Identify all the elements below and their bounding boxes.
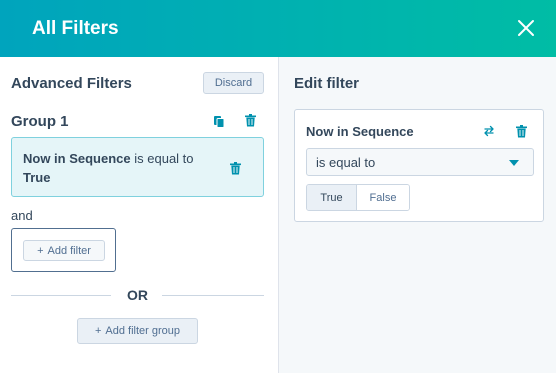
operator-selected-value: is equal to	[316, 155, 376, 170]
close-icon[interactable]	[514, 16, 538, 40]
filter-card[interactable]: Now in Sequence is equal to True	[11, 137, 264, 197]
add-filter-container: + Add filter	[11, 228, 116, 272]
option-true[interactable]: True	[307, 185, 356, 210]
edit-filter-panel: Edit filter Now in Sequence is equal to …	[278, 57, 556, 373]
modal-header: All Filters	[0, 0, 556, 57]
discard-button[interactable]: Discard	[203, 72, 264, 94]
or-divider: OR	[11, 287, 264, 305]
option-false[interactable]: False	[356, 185, 409, 210]
delete-icon[interactable]	[242, 112, 258, 128]
value-toggle: True False	[306, 184, 410, 211]
copy-icon[interactable]	[211, 113, 227, 129]
operator-select[interactable]: is equal to	[306, 148, 534, 176]
advanced-filters-title: Advanced Filters	[11, 75, 132, 92]
plus-icon: +	[94, 325, 102, 337]
and-label: and	[11, 208, 33, 223]
add-filter-label: Add filter	[47, 244, 91, 257]
divider-line-right	[162, 295, 264, 296]
filter-summary: Now in Sequence is equal to True	[23, 149, 223, 187]
edit-filter-card: Now in Sequence is equal to True False	[294, 109, 544, 222]
filter-property: Now in Sequence	[23, 151, 131, 166]
add-filter-group-label: Add filter group	[105, 325, 181, 337]
plus-icon: +	[37, 244, 44, 257]
modal-title: All Filters	[32, 18, 119, 39]
chevron-down-icon	[509, 160, 519, 166]
filter-operator: is equal to	[134, 151, 194, 166]
add-filter-group-button[interactable]: + Add filter group	[77, 318, 198, 344]
advanced-filters-panel: Advanced Filters Discard Group 1 Now in …	[0, 57, 278, 373]
delete-filter-icon[interactable]	[227, 160, 243, 176]
delete-icon[interactable]	[513, 123, 529, 139]
swap-icon[interactable]	[481, 123, 497, 139]
add-filter-button[interactable]: + Add filter	[23, 240, 105, 261]
group-title: Group 1	[11, 113, 69, 130]
filter-value: True	[23, 170, 51, 185]
edit-filter-property: Now in Sequence	[306, 124, 414, 139]
edit-filter-title: Edit filter	[294, 75, 360, 92]
